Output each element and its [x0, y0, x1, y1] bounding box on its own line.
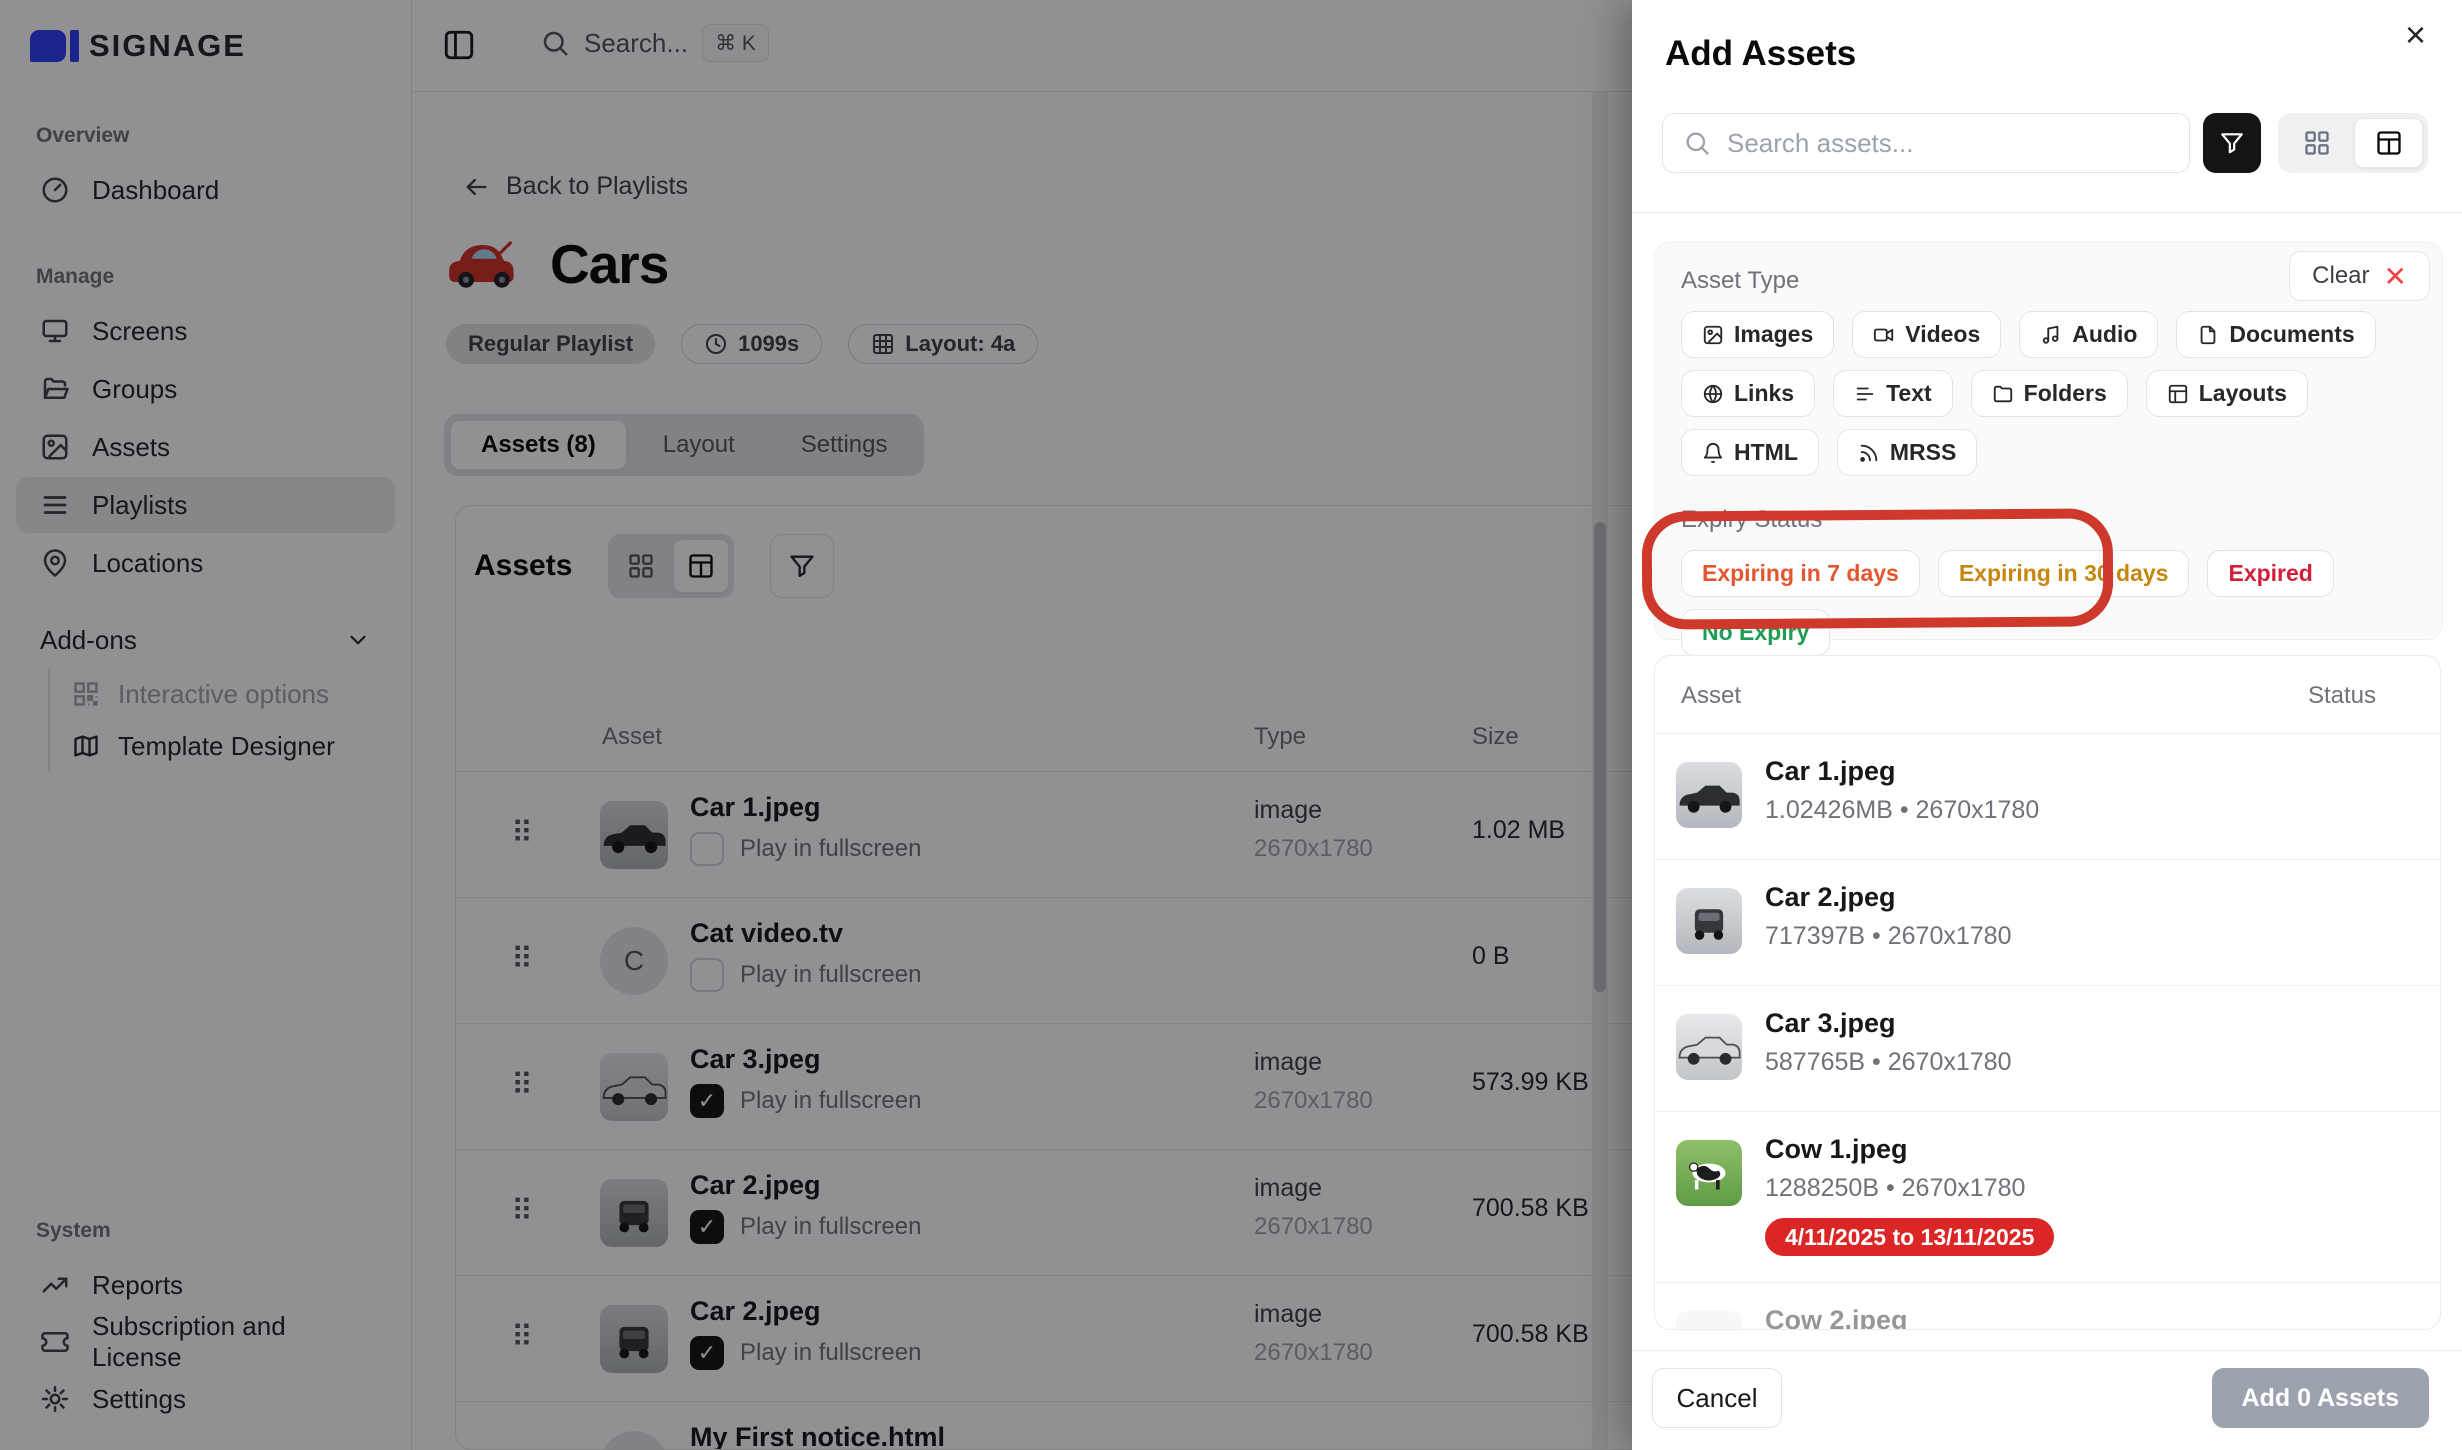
list-item[interactable]: Car 2.jpeg 717397B • 2670x1780	[1655, 860, 2440, 986]
list-item[interactable]: Car 1.jpeg 1.02426MB • 2670x1780	[1655, 734, 2440, 860]
expiry-date-badge: 4/11/2025 to 13/11/2025	[1765, 1218, 2054, 1256]
list-item[interactable]: Cow 2.jpeg	[1655, 1283, 2440, 1330]
expiry-chips: Expiring in 7 days Expiring in 30 days E…	[1681, 550, 2416, 656]
panel-title: Add Assets	[1665, 34, 1856, 74]
asset-name: Cow 1.jpeg	[1765, 1134, 1908, 1165]
asset-thumbnail	[1676, 888, 1742, 954]
asset-search-box	[1662, 113, 2190, 173]
close-icon[interactable]: ×	[2405, 14, 2426, 56]
file-icon	[2197, 324, 2219, 346]
layout-icon	[2167, 383, 2189, 405]
image-icon	[1702, 324, 1724, 346]
chip-expiring-7-days[interactable]: Expiring in 7 days	[1681, 550, 1920, 597]
video-icon	[1873, 324, 1895, 346]
footer-divider	[1632, 1350, 2462, 1351]
list-item[interactable]: Cow 1.jpeg 1288250B • 2670x1780 4/11/202…	[1655, 1112, 2440, 1283]
asset-meta: 717397B • 2670x1780	[1765, 922, 2011, 951]
asset-thumbnail	[1676, 762, 1742, 828]
grid-view-button[interactable]	[2283, 118, 2350, 168]
bell-icon	[1702, 442, 1724, 464]
chip-html[interactable]: HTML	[1681, 429, 1819, 476]
expiry-status-label: Expiry Status	[1681, 506, 2416, 534]
asset-meta: 587765B • 2670x1780	[1765, 1048, 2011, 1077]
chip-mrss[interactable]: MRSS	[1837, 429, 1977, 476]
column-asset: Asset	[1681, 682, 1741, 710]
chip-documents[interactable]: Documents	[2176, 311, 2375, 358]
panel-view-toggle	[2278, 113, 2428, 173]
asset-type-chips: Images Videos Audio Documents Links Text…	[1681, 311, 2416, 476]
asset-name: Car 3.jpeg	[1765, 1008, 1896, 1039]
clear-x-icon: ✕	[2384, 260, 2407, 293]
modal-dim-overlay[interactable]	[0, 0, 1632, 1450]
filters-card: Clear ✕ Asset Type Images Videos Audio D…	[1654, 242, 2443, 640]
asset-name: Car 2.jpeg	[1765, 882, 1896, 913]
column-status: Status	[2308, 682, 2376, 710]
chip-expiring-30-days[interactable]: Expiring in 30 days	[1938, 550, 2190, 597]
panel-filter-button[interactable]	[2203, 113, 2261, 173]
chip-videos[interactable]: Videos	[1852, 311, 2001, 358]
asset-name: Car 1.jpeg	[1765, 756, 1896, 787]
panel-divider	[1632, 212, 2462, 213]
chip-no-expiry[interactable]: No Expiry	[1681, 609, 1830, 656]
text-lines-icon	[1854, 383, 1876, 405]
panel-asset-list: Asset Status Car 1.jpeg 1.02426MB • 2670…	[1654, 655, 2441, 1330]
cancel-button[interactable]: Cancel	[1652, 1368, 1782, 1428]
funnel-icon	[2219, 130, 2245, 156]
grid-view-icon	[2303, 129, 2331, 157]
table-view-button[interactable]	[2354, 118, 2423, 168]
music-icon	[2040, 324, 2062, 346]
list-item[interactable]: Car 3.jpeg 587765B • 2670x1780	[1655, 986, 2440, 1112]
asset-name: Cow 2.jpeg	[1765, 1305, 1908, 1330]
add-assets-button[interactable]: Add 0 Assets	[2212, 1368, 2429, 1428]
rss-icon	[1858, 442, 1880, 464]
asset-thumbnail	[1676, 1140, 1742, 1206]
add-assets-panel: Add Assets × Clear ✕ Asset Type Images V	[1632, 0, 2462, 1450]
asset-search-input[interactable]	[1727, 128, 2169, 159]
chip-folders[interactable]: Folders	[1971, 370, 2128, 417]
clear-filters-button[interactable]: Clear ✕	[2289, 251, 2430, 301]
chip-text[interactable]: Text	[1833, 370, 1953, 417]
folder-icon	[1992, 383, 2014, 405]
chip-expired[interactable]: Expired	[2207, 550, 2333, 597]
asset-thumbnail	[1676, 1014, 1742, 1080]
chip-audio[interactable]: Audio	[2019, 311, 2158, 358]
asset-thumbnail	[1676, 1311, 1742, 1330]
chip-links[interactable]: Links	[1681, 370, 1815, 417]
table-view-icon	[2375, 129, 2403, 157]
chip-layouts[interactable]: Layouts	[2146, 370, 2308, 417]
globe-icon	[1702, 383, 1724, 405]
chip-images[interactable]: Images	[1681, 311, 1834, 358]
search-icon	[1683, 129, 1711, 157]
asset-meta: 1288250B • 2670x1780	[1765, 1174, 2025, 1203]
panel-list-header: Asset Status	[1655, 656, 2440, 734]
asset-meta: 1.02426MB • 2670x1780	[1765, 796, 2039, 825]
